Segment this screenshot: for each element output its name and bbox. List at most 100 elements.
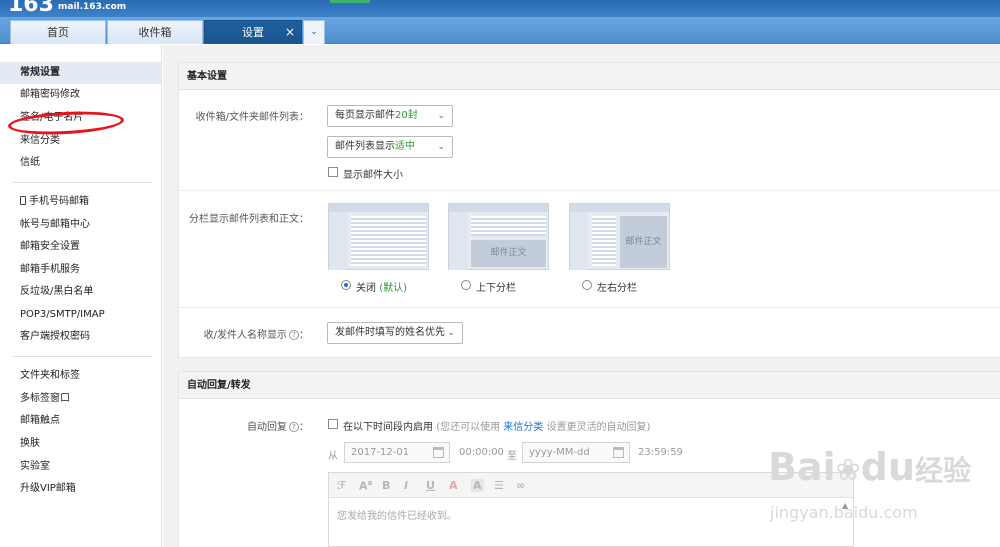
per-page-value: 20封	[395, 110, 418, 121]
auto-reply-enable-row: 在以下时间段内启用 (您还可以使用 来信分类 设置更灵活的自动回复)	[343, 418, 650, 433]
font-size-icon[interactable]: Aa	[359, 479, 372, 493]
sidebar-item-folders[interactable]: 文件夹和标签	[0, 365, 161, 387]
sidebar-item-phone-mail[interactable]: 手机号码邮箱	[0, 191, 161, 213]
font-family-icon[interactable]: ℱ	[337, 479, 346, 492]
chevron-down-icon: ⌄	[447, 328, 455, 338]
sidebar-item-account-center[interactable]: 帐号与邮箱中心	[0, 214, 161, 236]
green-badge[interactable]	[330, 0, 370, 3]
sidebar-item-mail-rules[interactable]: 来信分类	[0, 130, 161, 152]
tab-settings[interactable]: 设置 ×	[204, 20, 302, 44]
thumb-mail-list	[351, 216, 426, 266]
section-divider	[179, 307, 1000, 308]
radio-split-topbottom-label: 上下分栏	[476, 283, 516, 294]
sidebar-item-security[interactable]: 邮箱安全设置	[0, 236, 161, 258]
help-icon[interactable]: ?	[289, 422, 299, 432]
tab-settings-label: 设置	[242, 26, 264, 39]
sidebar-item-contact-point[interactable]: 邮箱触点	[0, 410, 161, 432]
sidebar-item-mobile-service[interactable]: 邮箱手机服务	[0, 259, 161, 281]
radio-split-off-label: 关闭 (默认)	[356, 279, 407, 294]
thumb-mail-list	[471, 216, 546, 236]
chevron-down-icon[interactable]: ⌄	[303, 20, 325, 44]
radio-off-text: 关闭	[356, 283, 376, 294]
sidebar-item-vip[interactable]: 升级VIP邮箱	[0, 478, 161, 500]
logo-163[interactable]: 163	[8, 0, 54, 17]
sidebar-item-password[interactable]: 邮箱密码修改	[0, 84, 161, 106]
to-label: 至	[507, 451, 517, 462]
underline-icon[interactable]: U	[426, 479, 435, 492]
list-density-select[interactable]: 邮件列表显示适中 ⌄	[327, 136, 453, 158]
close-icon[interactable]: ×	[285, 21, 295, 44]
highlight-icon[interactable]: A	[471, 479, 484, 492]
start-date-value: 2017-12-01	[351, 447, 410, 458]
thumb-sidebar	[329, 212, 347, 270]
calendar-icon[interactable]	[613, 447, 624, 458]
calendar-icon[interactable]	[433, 447, 444, 458]
tab-home[interactable]: 首页	[10, 20, 106, 44]
radio-split-leftright[interactable]	[582, 280, 592, 290]
sidebar-item-lab[interactable]: 实验室	[0, 456, 161, 478]
tab-inbox[interactable]: 收件箱	[107, 20, 203, 44]
sender-name-value: 发邮件时填写的姓名优先	[335, 327, 445, 338]
sender-name-select[interactable]: 发邮件时填写的姓名优先 ⌄	[327, 322, 463, 344]
per-page-prefix: 每页显示邮件	[335, 110, 395, 121]
split-off-preview[interactable]	[328, 203, 429, 270]
thumb-topbar	[449, 204, 548, 212]
paw-icon: ❀	[835, 453, 861, 488]
end-date-input[interactable]: yyyy-MM-dd	[522, 442, 630, 463]
thumb-sidebar	[449, 212, 467, 270]
baidu-watermark-logo: Bai❀du经验	[768, 445, 971, 489]
thumb-mail-body: 邮件正文	[471, 240, 546, 267]
radio-split-off[interactable]	[341, 280, 351, 290]
watermark-brand-cn: 经验	[915, 454, 972, 487]
sender-name-text: 收/发件人名称显示	[203, 330, 287, 341]
link-icon[interactable]: ∞	[516, 479, 525, 492]
radio-split-leftright-label: 左右分栏	[597, 283, 637, 294]
auto-reply-hint-suffix: 设置更灵活的自动回复)	[546, 422, 651, 433]
auto-reply-hint-prefix: (您还可以使用	[436, 422, 501, 433]
show-size-label: 显示邮件大小	[343, 170, 403, 181]
basic-settings-title: 基本设置	[179, 63, 1000, 90]
split-topbottom-preview[interactable]: 邮件正文	[448, 203, 549, 270]
sidebar-item-pop3[interactable]: POP3/SMTP/IMAP	[0, 304, 161, 326]
show-size-checkbox[interactable]	[328, 167, 338, 177]
editor-content[interactable]: 您发给我的信件已经收到。	[337, 507, 457, 522]
thumb-topbar	[329, 204, 428, 212]
split-leftright-preview[interactable]: 邮件正文	[569, 203, 670, 270]
italic-icon[interactable]: I	[404, 479, 408, 492]
start-date-input[interactable]: 2017-12-01	[344, 442, 450, 463]
sidebar-item-general[interactable]: 常规设置	[0, 62, 161, 84]
auto-reply-enable-label: 在以下时间段内启用	[343, 422, 433, 433]
mail-rules-link[interactable]: 来信分类	[503, 422, 543, 433]
watermark-du: du	[860, 445, 916, 489]
logo-domain: mail.163.com	[58, 2, 127, 12]
sidebar-item-multi-tab[interactable]: 多标签窗口	[0, 388, 161, 410]
from-label: 从	[328, 451, 338, 462]
sidebar-item-client-auth[interactable]: 客户端授权密码	[0, 326, 161, 348]
tab-bar: 首页 收件箱 设置 × ⌄	[0, 17, 1000, 44]
auto-reply-enable-checkbox[interactable]	[328, 419, 338, 429]
end-date-placeholder: yyyy-MM-dd	[529, 447, 590, 458]
thumb-sidebar	[570, 212, 588, 270]
split-view-label: 分栏显示邮件列表和正文：	[189, 214, 309, 225]
start-time[interactable]: 00:00:00	[459, 447, 504, 458]
radio-split-topbottom[interactable]	[461, 280, 471, 290]
sidebar-item-skin[interactable]: 换肤	[0, 433, 161, 455]
sidebar-divider	[12, 182, 152, 183]
thumb-mail-list	[592, 216, 616, 266]
top-header: 163 mail.163.com	[0, 0, 1000, 17]
font-color-icon[interactable]: A	[449, 479, 458, 492]
basic-settings-panel: 基本设置 收件箱/文件夹邮件列表： 每页显示邮件20封 ⌄ 邮件列表显示适中 ⌄…	[178, 62, 1000, 358]
sidebar-item-stationery[interactable]: 信纸	[0, 152, 161, 174]
sidebar-item-antispam[interactable]: 反垃圾/黑白名单	[0, 281, 161, 303]
phone-icon	[20, 196, 26, 205]
list-density-value: 适中	[395, 141, 415, 152]
sidebar-item-label: 手机号码邮箱	[29, 196, 89, 207]
align-icon[interactable]: ☰	[494, 479, 504, 492]
end-time[interactable]: 23:59:59	[638, 447, 683, 458]
section-divider	[179, 190, 1000, 191]
bold-icon[interactable]: B	[382, 479, 390, 492]
auto-reply-title: 自动回复/转发	[179, 372, 1000, 399]
help-icon[interactable]: ?	[289, 330, 299, 340]
per-page-select[interactable]: 每页显示邮件20封 ⌄	[327, 105, 453, 127]
list-density-prefix: 邮件列表显示	[335, 141, 395, 152]
